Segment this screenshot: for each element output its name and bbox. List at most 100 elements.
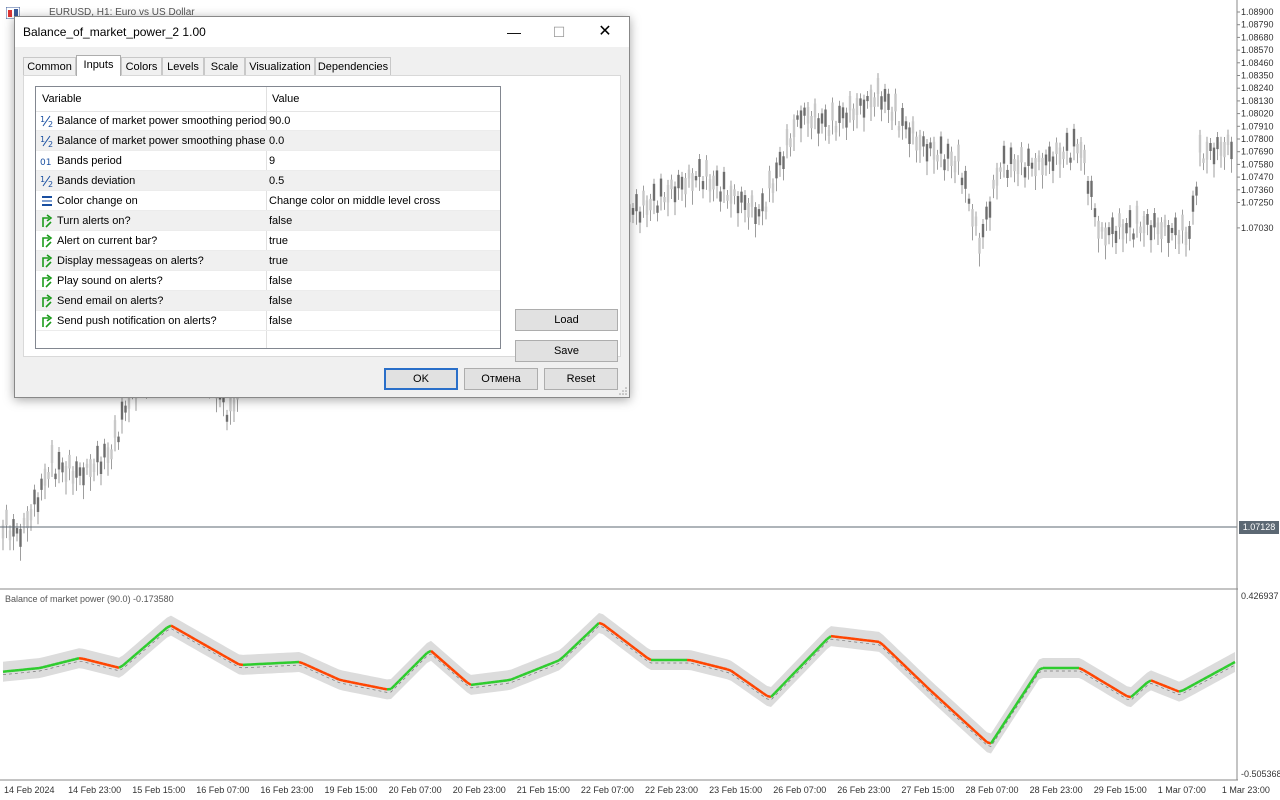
indicator-line-segment [706, 663, 712, 667]
time-tick-label: 26 Feb 07:00 [773, 785, 826, 795]
header-variable[interactable]: Variable [42, 93, 82, 105]
current-price-tag: 1.07128 [1239, 521, 1279, 534]
tab-common[interactable]: Common [23, 57, 76, 75]
cancel-button[interactable]: Отмена [464, 368, 538, 390]
param-name: Send push notification on alerts? [57, 315, 217, 327]
candle-body [967, 198, 971, 204]
candle-body [1044, 154, 1048, 166]
price-tick-label: 1.07360 [1241, 185, 1274, 195]
time-tick-label: 14 Feb 2024 [4, 785, 55, 795]
candle-body [887, 93, 890, 110]
param-value[interactable]: false [269, 315, 292, 327]
bool-icon [40, 234, 54, 248]
candle-body [712, 175, 715, 190]
ok-button[interactable]: OK [384, 368, 458, 390]
tab-dependencies[interactable]: Dependencies [315, 57, 391, 75]
candle-body [1132, 233, 1135, 240]
param-value[interactable]: 0.5 [269, 175, 284, 187]
candle-body [1174, 217, 1177, 236]
param-value[interactable]: true [269, 255, 288, 267]
table-row[interactable]: Display messageas on alerts? true [36, 251, 500, 271]
candle-body [1072, 128, 1076, 147]
indicator-line-segment [1166, 685, 1172, 690]
table-row[interactable]: Send push notification on alerts? false [36, 311, 500, 331]
candle-body [796, 115, 799, 120]
tab-colors[interactable]: Colors [121, 57, 162, 75]
candle-body [652, 183, 656, 201]
param-value[interactable]: 0.0 [269, 135, 284, 147]
indicator-line-segment [350, 680, 356, 685]
param-value[interactable]: 9 [269, 155, 275, 167]
indicator-line-segment [62, 660, 68, 664]
tab-visualization[interactable]: Visualization [245, 57, 315, 75]
candle-body [785, 129, 789, 146]
param-name: Send email on alerts? [57, 295, 164, 307]
param-value[interactable]: false [269, 295, 292, 307]
resize-grip-icon[interactable] [619, 387, 627, 395]
header-value[interactable]: Value [272, 93, 299, 105]
integer-icon: 01 [40, 154, 54, 168]
candle-body [838, 105, 841, 123]
table-row[interactable]: Send email on alerts? false [36, 291, 500, 311]
param-value[interactable]: false [269, 275, 292, 287]
tab-levels[interactable]: Levels [162, 57, 204, 75]
param-value[interactable]: false [269, 215, 292, 227]
price-axis: 1.08900 1.08790 1.08680 1.08570 1.08460 1.083… [1237, 7, 1274, 233]
candle-body [757, 209, 761, 217]
table-row[interactable]: 1 2 Balance of market power smoothing peri… [36, 111, 500, 131]
tab-inputs[interactable]: Inputs [76, 55, 121, 76]
candle-body [918, 134, 922, 151]
param-value[interactable]: 90.0 [269, 115, 290, 127]
table-row[interactable]: 01 Bands period 9 [36, 151, 500, 171]
indicator-line-segment [1078, 666, 1084, 671]
svg-text:2: 2 [48, 180, 53, 188]
candle-body [771, 183, 775, 193]
table-row[interactable]: Play sound on alerts? false [36, 271, 500, 291]
table-row[interactable]: Alert on current bar? true [36, 231, 500, 251]
bool-icon [40, 214, 54, 228]
indicator-line-segment [74, 657, 80, 661]
indicator-line-segment [50, 663, 56, 667]
candle-body [824, 109, 827, 127]
param-value[interactable]: true [269, 235, 288, 247]
indicator-line-segment [550, 660, 556, 665]
candle-body [1226, 134, 1230, 145]
candle-body [1191, 195, 1195, 212]
minimize-button[interactable]: — [492, 17, 536, 47]
param-name: Balance of market power smoothing phase [57, 135, 266, 147]
candle-body [988, 201, 992, 218]
reset-button[interactable]: Reset [544, 368, 618, 390]
candle-body [61, 462, 64, 473]
time-tick-label: 14 Feb 23:00 [68, 785, 121, 795]
candle-body [656, 205, 659, 213]
table-row[interactable]: 1 2 Bands deviation 0.5 [36, 171, 500, 191]
table-row[interactable]: Turn alerts on? false [36, 211, 500, 231]
candle-body [638, 211, 642, 223]
indicator-line-segment [470, 683, 476, 687]
tab-scale[interactable]: Scale [204, 57, 245, 75]
candle-body [1188, 226, 1191, 239]
load-button[interactable]: Load [515, 309, 618, 331]
svg-text:1: 1 [40, 135, 45, 144]
param-name: Alert on current bar? [57, 235, 158, 247]
close-button[interactable]: ✕ [583, 17, 627, 47]
indicator-line-segment [522, 672, 528, 676]
candle-body [1034, 158, 1037, 177]
table-row[interactable]: 1 2 Balance of market power smoothing phas… [36, 131, 500, 151]
candle-body [19, 528, 22, 547]
candle-body [1062, 151, 1065, 160]
dialog-titlebar[interactable]: Balance_of_market_power_2 1.00 — ☐ ✕ [15, 17, 629, 47]
save-button[interactable]: Save [515, 340, 618, 362]
param-name: Balance of market power smoothing period [57, 115, 267, 127]
bool-icon [40, 274, 54, 288]
candle-body [1146, 213, 1149, 225]
time-tick-label: 16 Feb 23:00 [260, 785, 313, 795]
indicator-line-segment [334, 676, 340, 681]
candle-body [743, 195, 747, 210]
maximize-button[interactable]: ☐ [537, 17, 581, 47]
indicator-line-segment [362, 683, 368, 687]
table-row[interactable]: Color change on Change color on middle le… [36, 191, 500, 211]
candle-body [925, 144, 929, 162]
param-value[interactable]: Change color on middle level cross [269, 195, 440, 207]
price-tick-label: 1.07910 [1241, 121, 1274, 131]
